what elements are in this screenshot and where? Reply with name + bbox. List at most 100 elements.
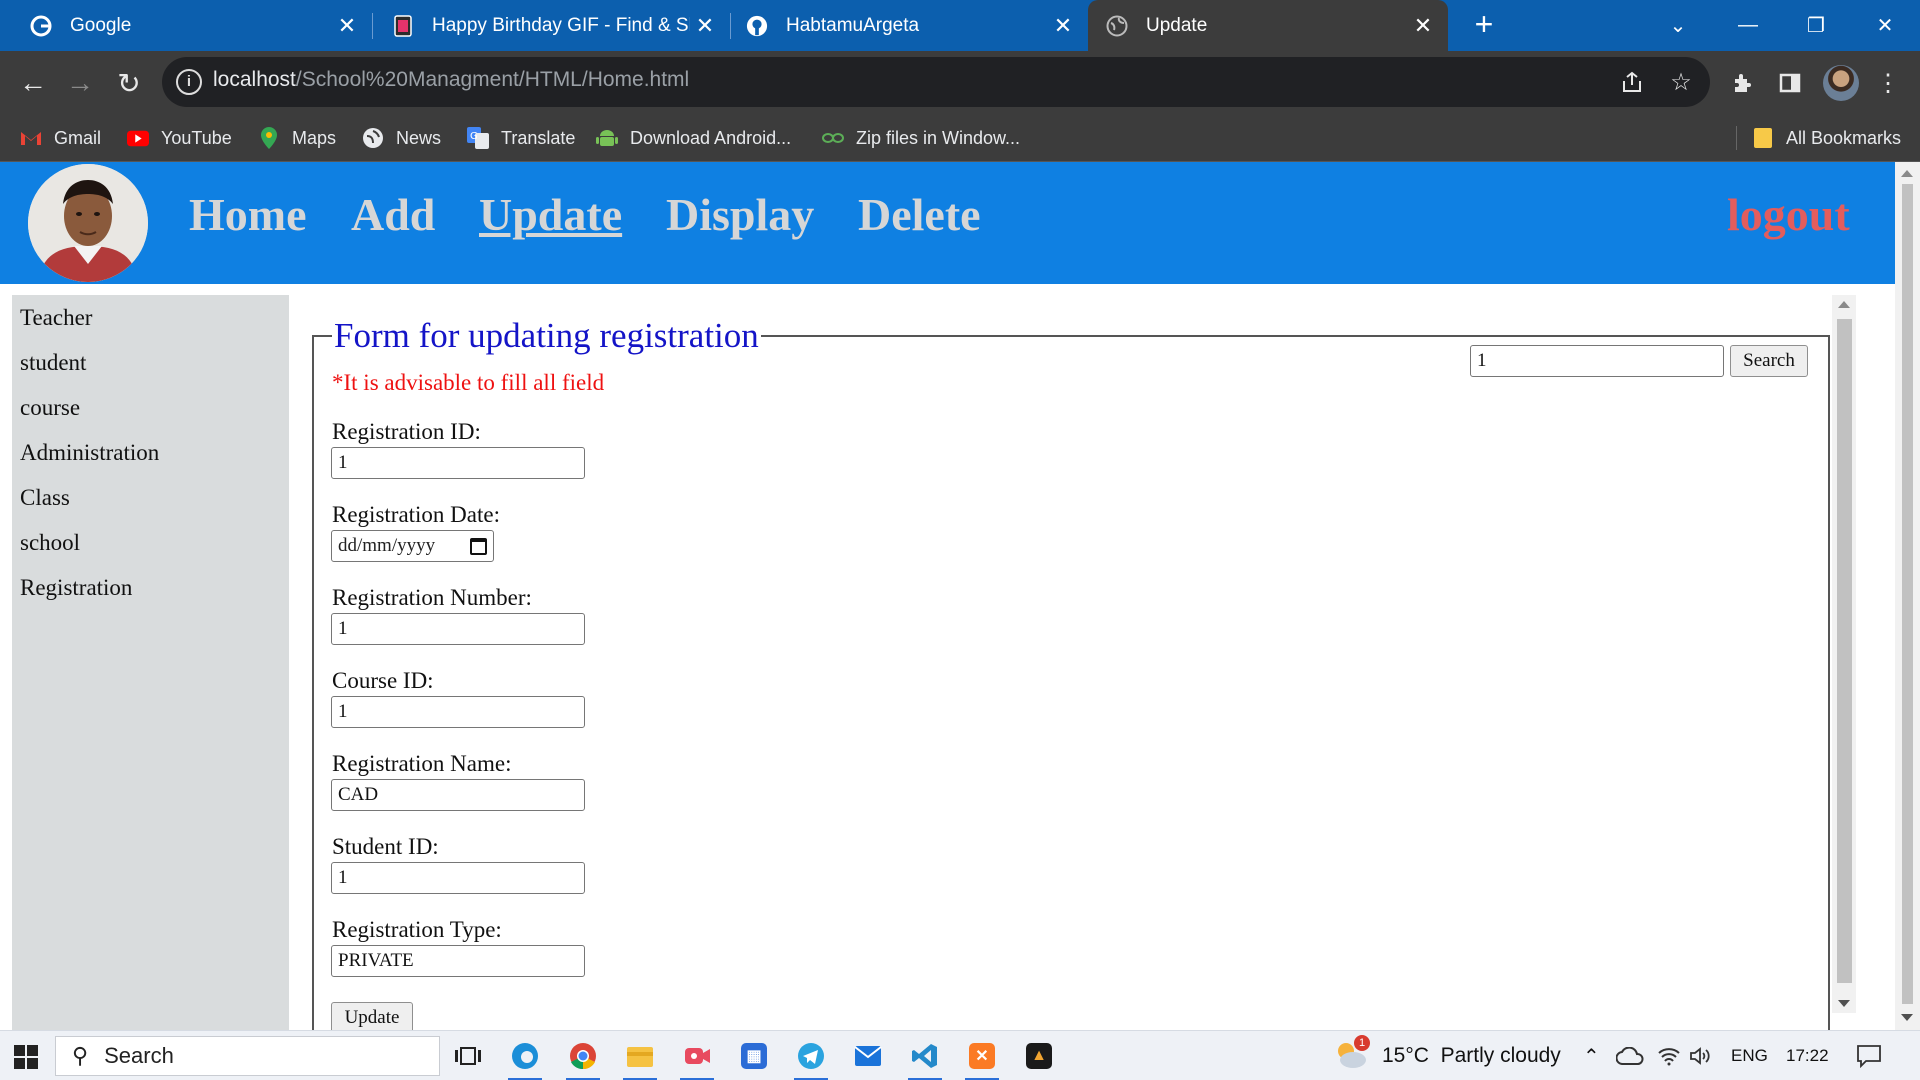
wifi-icon[interactable]	[1657, 1031, 1681, 1080]
link-icon	[822, 127, 844, 149]
bookmark-android[interactable]: Download Android...	[596, 114, 791, 162]
avatar	[28, 164, 148, 282]
telegram-icon[interactable]	[794, 1039, 828, 1080]
browser-toolbar: ← → ↻ i localhost/School%20Managment/HTM…	[0, 51, 1920, 114]
course-id-field[interactable]	[331, 696, 585, 728]
registration-id-field[interactable]	[331, 447, 585, 479]
bookmark-label: News	[396, 127, 442, 148]
registration-date-field[interactable]: dd/mm/yyyy	[331, 530, 494, 562]
nav-home-link[interactable]: Home	[189, 188, 307, 241]
address-bar[interactable]: i localhost/School%20Managment/HTML/Home…	[162, 57, 1710, 107]
scroll-down-icon[interactable]	[1901, 1014, 1913, 1021]
page-scrollbar-thumb[interactable]	[1902, 184, 1913, 1004]
menu-dots-icon[interactable]: ⋮	[1866, 61, 1910, 105]
onedrive-icon[interactable]	[1616, 1031, 1644, 1080]
google-icon	[30, 15, 52, 37]
bookmark-zip-files[interactable]: Zip files in Window...	[822, 114, 1020, 162]
close-window-button[interactable]: ✕	[1852, 0, 1918, 51]
tab-search-button[interactable]: ⌄	[1645, 0, 1711, 51]
sidebar-item-student[interactable]: student	[20, 350, 86, 376]
logout-link[interactable]: logout	[1727, 188, 1850, 241]
sidebar-item-class[interactable]: Class	[20, 485, 70, 511]
nav-add-link[interactable]: Add	[351, 188, 435, 241]
nav-update-link[interactable]: Update	[479, 188, 622, 241]
language-indicator[interactable]: ENG	[1731, 1031, 1768, 1080]
scroll-up-icon[interactable]	[1901, 170, 1913, 177]
bookmark-star-icon[interactable]: ☆	[1665, 66, 1697, 98]
reload-icon[interactable]: ↻	[107, 61, 151, 105]
restore-button[interactable]: ❐	[1783, 0, 1849, 51]
file-explorer-icon[interactable]	[623, 1039, 657, 1080]
close-icon[interactable]: ✕	[332, 13, 362, 39]
new-tab-button[interactable]: +	[1466, 7, 1502, 43]
all-bookmarks[interactable]: All Bookmarks	[1752, 114, 1901, 162]
site-info-icon[interactable]: i	[176, 69, 202, 95]
clock[interactable]: 17:22	[1786, 1031, 1829, 1080]
nav-delete-link[interactable]: Delete	[858, 188, 981, 241]
weather-badge: 1	[1354, 1035, 1370, 1051]
vectorworks-icon[interactable]: ▲	[1022, 1039, 1056, 1073]
maps-icon	[258, 127, 280, 149]
sidebar-item-registration[interactable]: Registration	[20, 575, 132, 601]
microsoft-store-icon[interactable]: ▦	[737, 1039, 771, 1073]
tab-update[interactable]: Update ✕	[1088, 0, 1448, 51]
extensions-icon[interactable]	[1721, 61, 1765, 105]
windows-start-icon[interactable]	[14, 1045, 38, 1069]
bookmark-youtube[interactable]: YouTube	[127, 114, 232, 162]
notifications-icon[interactable]	[1856, 1031, 1882, 1080]
edge-icon[interactable]	[508, 1039, 542, 1080]
taskbar-search[interactable]: ⚲ Search	[55, 1036, 440, 1076]
sidebar-item-school[interactable]: school	[20, 530, 80, 556]
inner-scrollbar-thumb[interactable]	[1837, 319, 1852, 983]
tab-github[interactable]: HabtamuArgeta ✕	[730, 0, 1088, 51]
url-text[interactable]: localhost/School%20Managment/HTML/Home.h…	[213, 68, 689, 92]
back-arrow-icon[interactable]: ←	[11, 61, 55, 105]
screen-recorder-icon[interactable]	[680, 1039, 714, 1080]
student-id-field[interactable]	[331, 862, 585, 894]
tab-happy-birthday[interactable]: Happy Birthday GIF - Find & Sha ✕	[372, 0, 730, 51]
forward-arrow-icon[interactable]: →	[58, 61, 102, 105]
vscode-icon[interactable]	[908, 1039, 942, 1080]
scroll-down-icon[interactable]	[1838, 1000, 1850, 1007]
search-input[interactable]	[1470, 345, 1724, 377]
share-icon[interactable]	[1616, 66, 1648, 98]
calendar-icon[interactable]	[470, 537, 487, 555]
registration-type-label: Registration Type:	[332, 917, 502, 942]
chrome-icon[interactable]	[566, 1039, 600, 1080]
bookmarks-bar: Gmail YouTube Maps News G Translate Down…	[0, 114, 1920, 162]
close-icon[interactable]: ✕	[690, 13, 720, 39]
sidebar-item-administration[interactable]: Administration	[20, 440, 159, 466]
close-icon[interactable]: ✕	[1408, 13, 1438, 39]
side-panel-icon[interactable]	[1768, 61, 1812, 105]
windows-taskbar: ⚲ Search ▦ ✕ ▲ 1 15°C Partly cloudy ⌃ EN…	[0, 1030, 1920, 1080]
xampp-icon[interactable]: ✕	[965, 1039, 999, 1080]
page-scrollbar[interactable]	[1895, 162, 1920, 1030]
show-hidden-icons[interactable]: ⌃	[1583, 1031, 1600, 1080]
minimize-button[interactable]: —	[1715, 0, 1781, 51]
inner-scrollbar[interactable]	[1832, 295, 1856, 1013]
bookmark-label: Maps	[292, 127, 337, 148]
weather-widget[interactable]: 1 15°C Partly cloudy	[1334, 1031, 1561, 1080]
search-button[interactable]: Search	[1730, 345, 1808, 377]
profile-avatar[interactable]	[1823, 65, 1859, 101]
sidebar-item-course[interactable]: course	[20, 395, 80, 421]
registration-name-field[interactable]	[331, 779, 585, 811]
bookmarks-divider	[1736, 126, 1737, 150]
bookmark-maps[interactable]: Maps	[258, 114, 336, 162]
update-button[interactable]: Update	[331, 1002, 413, 1030]
nav-display-link[interactable]: Display	[666, 188, 814, 241]
bookmark-news[interactable]: News	[362, 114, 441, 162]
sidebar-item-teacher[interactable]: Teacher	[20, 305, 92, 331]
bookmark-translate[interactable]: G Translate	[467, 114, 575, 162]
registration-type-field[interactable]	[331, 945, 585, 977]
close-icon[interactable]: ✕	[1048, 13, 1078, 39]
scroll-up-icon[interactable]	[1838, 301, 1850, 308]
volume-icon[interactable]	[1689, 1031, 1713, 1080]
bookmark-gmail[interactable]: Gmail	[20, 114, 101, 162]
task-view-icon[interactable]	[451, 1039, 485, 1073]
mail-icon[interactable]	[851, 1039, 885, 1073]
tab-google[interactable]: Google ✕	[0, 0, 372, 51]
bookmark-label: Translate	[501, 127, 576, 148]
registration-number-field[interactable]	[331, 613, 585, 645]
weather-cloud-icon: 1	[1334, 1035, 1370, 1073]
